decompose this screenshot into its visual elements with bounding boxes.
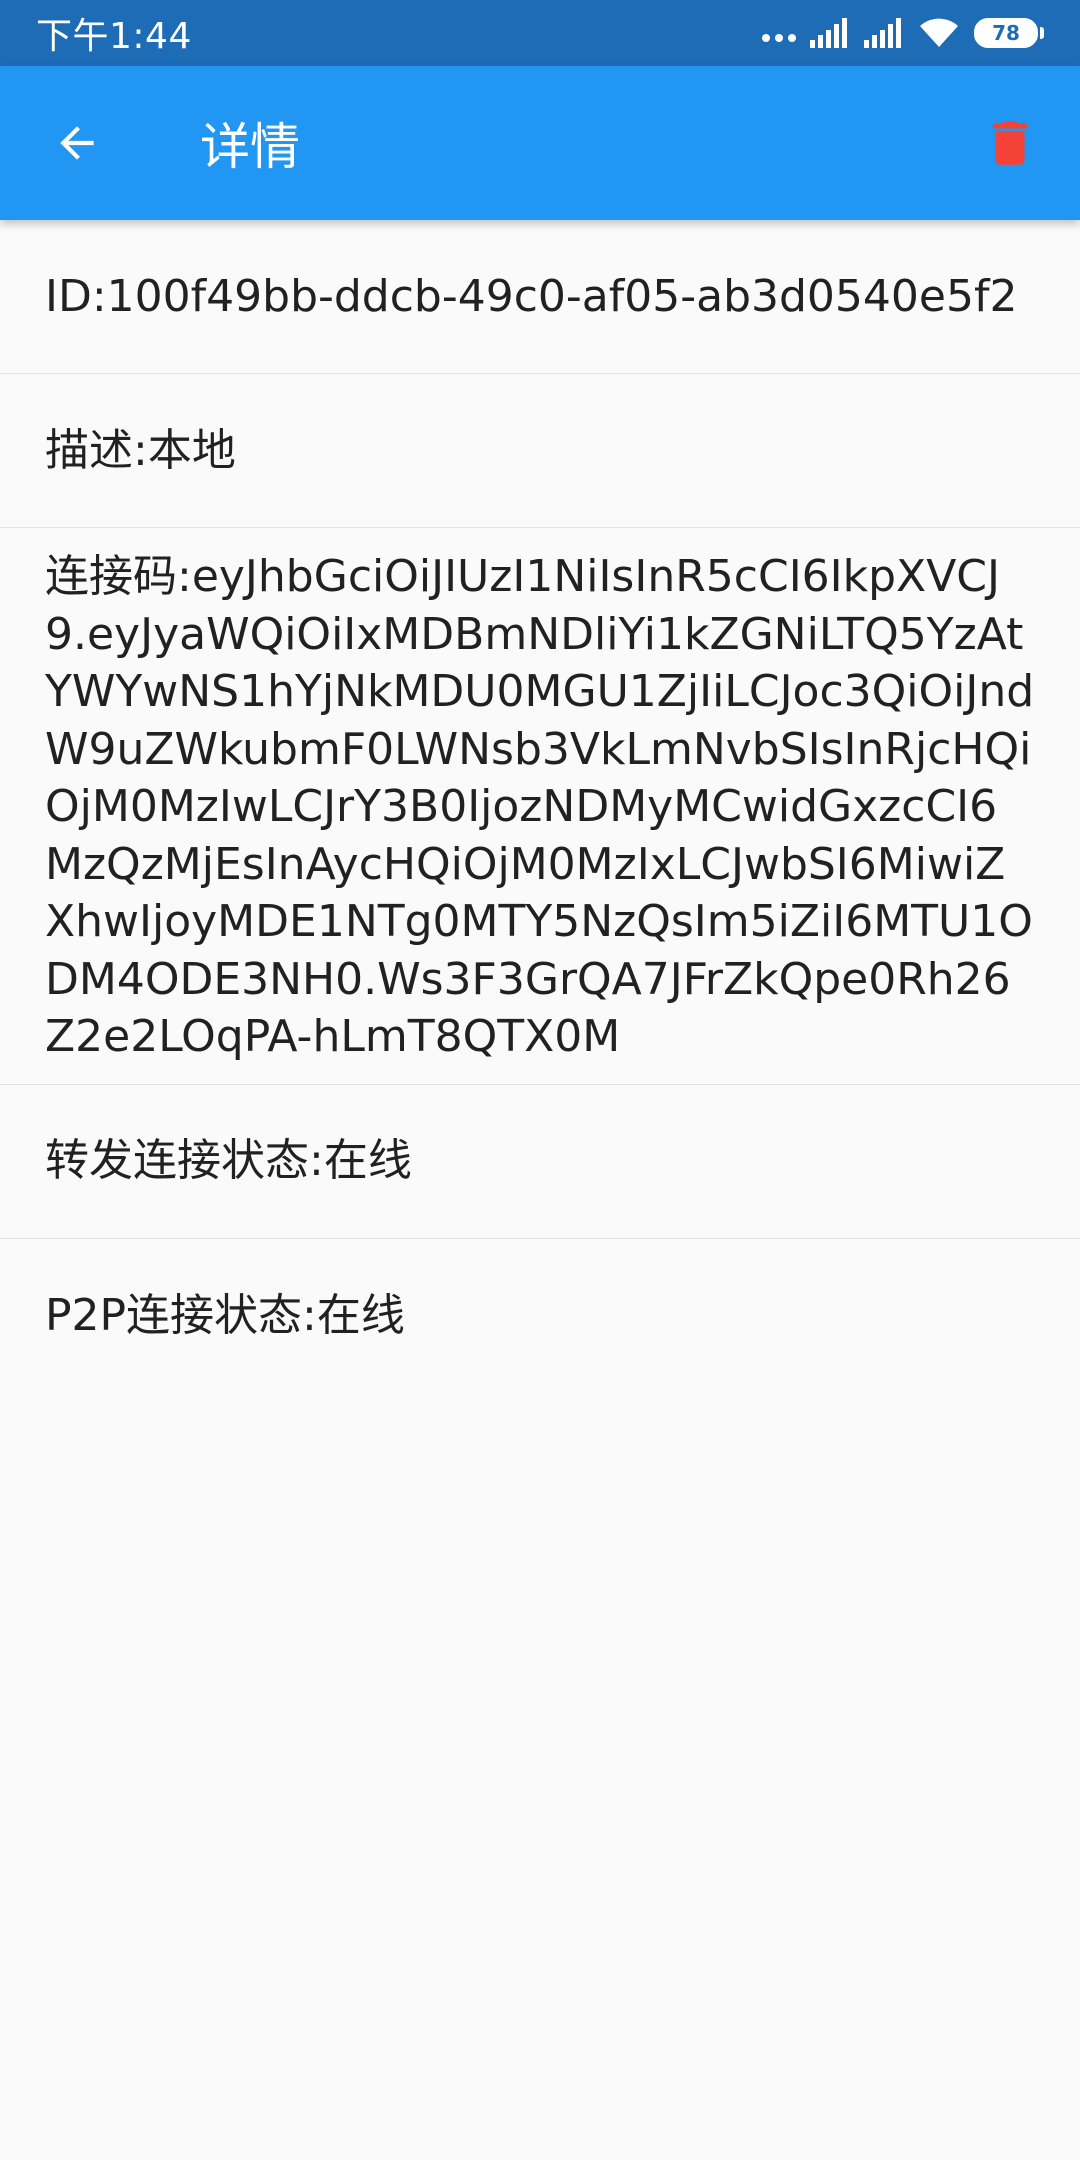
trash-icon: [993, 121, 1027, 165]
description-text: 描述:本地: [45, 424, 236, 476]
signal-icon: [864, 18, 901, 48]
wifi-icon: [920, 18, 958, 47]
status-bar: 下午1:44 78: [0, 0, 1080, 66]
p2p-status-text: P2P连接状态:在线: [45, 1289, 405, 1341]
delete-button[interactable]: [940, 66, 1080, 220]
token-row: 连接码:eyJhbGciOiJIUzI1NiIsInR5cCI6IkpXVCJ9…: [0, 528, 1080, 1085]
battery-level: 78: [974, 18, 1038, 48]
relay-status-row: 转发连接状态:在线: [0, 1085, 1080, 1239]
status-icons: 78: [762, 17, 1044, 49]
more-dots-icon: [762, 34, 796, 42]
status-time: 下午1:44: [36, 16, 192, 57]
p2p-status-row: P2P连接状态:在线: [0, 1239, 1080, 1393]
battery-icon: 78: [974, 18, 1044, 48]
description-row: 描述:本地: [0, 374, 1080, 528]
signal-icon: [810, 18, 847, 48]
detail-list: ID:100f49bb-ddcb-49c0-af05-ab3d0540e5f2 …: [0, 220, 1080, 1393]
page-title: 详情: [200, 118, 300, 176]
back-button[interactable]: [0, 66, 154, 220]
relay-status-text: 转发连接状态:在线: [45, 1135, 412, 1186]
app-bar: 详情: [0, 66, 1080, 220]
id-row: ID:100f49bb-ddcb-49c0-af05-ab3d0540e5f2: [0, 220, 1080, 374]
id-text: ID:100f49bb-ddcb-49c0-af05-ab3d0540e5f2: [45, 270, 1018, 322]
token-text: 连接码:eyJhbGciOiJIUzI1NiIsInR5cCI6IkpXVCJ9…: [45, 551, 1035, 1062]
arrow-back-icon: [60, 126, 94, 160]
